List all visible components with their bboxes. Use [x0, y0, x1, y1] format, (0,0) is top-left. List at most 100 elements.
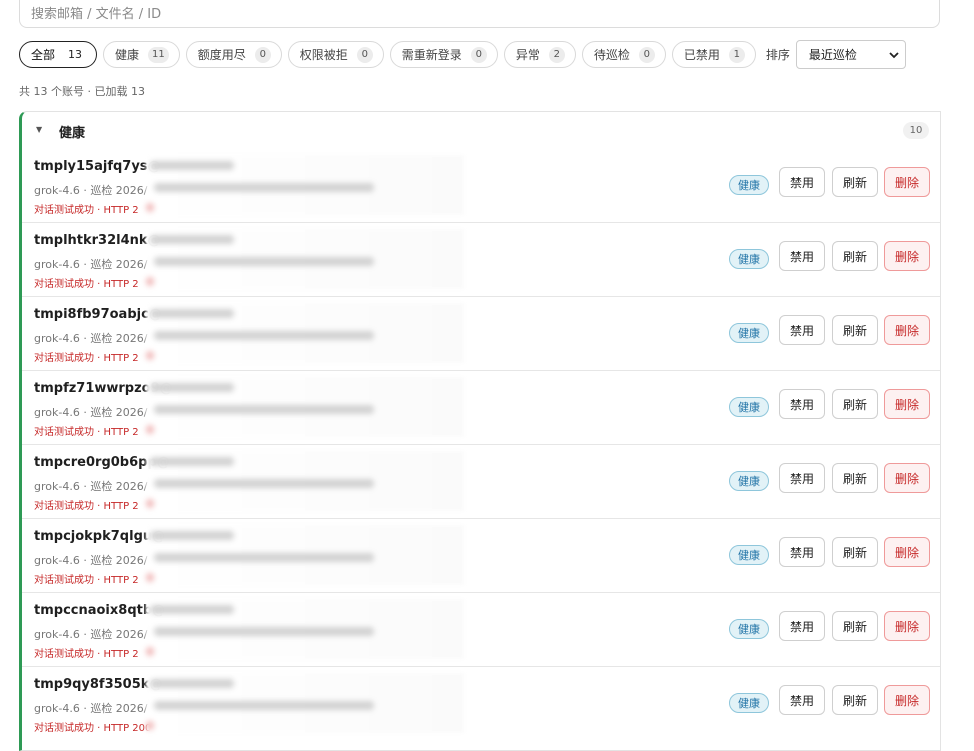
- status-badge: 健康: [729, 249, 769, 269]
- status-badge: 健康: [729, 175, 769, 195]
- filter-count: 0: [356, 46, 373, 63]
- filter-count: 2: [548, 46, 565, 63]
- filter-pending-check[interactable]: 待巡检 0: [581, 41, 666, 68]
- account-email: tmp9qy8f3505k@: [34, 677, 163, 692]
- filter-label: 需重新登录: [401, 48, 462, 62]
- redaction-blur: [146, 451, 464, 511]
- refresh-button[interactable]: 刷新: [832, 537, 878, 567]
- search-input[interactable]: 搜索邮箱 / 文件名 / ID: [19, 0, 940, 28]
- group-healthy: ▼ 健康 10 tmply15ajfq7ys@ grok-4.6 · 巡检 20…: [19, 111, 941, 751]
- account-row: tmpcre0rg0b6pp@ grok-4.6 · 巡检 2026/ 对话测试…: [22, 444, 940, 518]
- delete-button[interactable]: 删除: [884, 611, 930, 641]
- account-test-result: 对话测试成功 · HTTP 2: [34, 575, 139, 586]
- status-badge: 健康: [729, 619, 769, 639]
- account-list: tmply15ajfq7ys@ grok-4.6 · 巡检 2026/ 对话测试…: [22, 149, 940, 740]
- disable-button[interactable]: 禁用: [779, 389, 825, 419]
- filter-count: 0: [638, 46, 655, 63]
- filter-count: 11: [148, 46, 169, 63]
- account-row: tmp9qy8f3505k@ grok-4.6 · 巡检 2026/ 对话测试成…: [22, 666, 940, 740]
- account-email: tmplhtkr32l4nk@: [34, 233, 161, 248]
- filter-bar: 全部 13 健康 11 额度用尽 0 权限被拒 0 需重新登录 0 异常 2 待…: [19, 40, 906, 69]
- account-meta: grok-4.6 · 巡检 2026/: [34, 184, 148, 197]
- account-row: tmpfz71wwrpzo9@ grok-4.6 · 巡检 2026/ 对话测试…: [22, 370, 940, 444]
- account-summary: 共 13 个账号 · 已加载 13: [19, 85, 145, 98]
- filter-count: 1: [728, 46, 745, 63]
- sort-label: 排序: [765, 48, 790, 62]
- redaction-blur: [146, 599, 464, 659]
- filter-count: 0: [254, 46, 271, 63]
- refresh-button[interactable]: 刷新: [832, 389, 878, 419]
- redaction-blur: [146, 377, 464, 437]
- filter-label: 全部: [31, 48, 56, 62]
- account-row: tmpi8fb97oabjc@ grok-4.6 · 巡检 2026/ 对话测试…: [22, 296, 940, 370]
- disable-button[interactable]: 禁用: [779, 315, 825, 345]
- disable-button[interactable]: 禁用: [779, 463, 825, 493]
- account-test-result: 对话测试成功 · HTTP 2: [34, 279, 139, 290]
- chevron-down-icon: [889, 48, 899, 62]
- account-meta: grok-4.6 · 巡检 2026/: [34, 480, 148, 493]
- account-row: tmpccnaoix8qtb@ grok-4.6 · 巡检 2026/ 对话测试…: [22, 592, 940, 666]
- group-header[interactable]: ▼ 健康 10: [22, 112, 940, 150]
- redaction-blur: [146, 229, 464, 289]
- filter-count: 13: [68, 48, 83, 61]
- account-test-result: 对话测试成功 · HTTP 2: [34, 427, 139, 438]
- account-row: tmply15ajfq7ys@ grok-4.6 · 巡检 2026/ 对话测试…: [22, 149, 940, 222]
- delete-button[interactable]: 删除: [884, 389, 930, 419]
- delete-button[interactable]: 删除: [884, 241, 930, 271]
- redaction-blur: [146, 673, 464, 733]
- refresh-button[interactable]: 刷新: [832, 241, 878, 271]
- status-badge: 健康: [729, 545, 769, 565]
- filter-quota-exhausted[interactable]: 额度用尽 0: [185, 41, 282, 68]
- disable-button[interactable]: 禁用: [779, 167, 825, 197]
- filter-label: 已禁用: [683, 48, 720, 62]
- disable-button[interactable]: 禁用: [779, 611, 825, 641]
- status-badge: 健康: [729, 397, 769, 417]
- sort-selected-value: 最近巡检: [808, 48, 857, 62]
- account-meta: grok-4.6 · 巡检 2026/: [34, 406, 148, 419]
- account-meta: grok-4.6 · 巡检 2026/: [34, 554, 148, 567]
- delete-button[interactable]: 删除: [884, 463, 930, 493]
- filter-disabled[interactable]: 已禁用 1: [671, 41, 756, 68]
- account-meta: grok-4.6 · 巡检 2026/: [34, 628, 148, 641]
- account-test-result: 对话测试成功 · HTTP 2: [34, 205, 139, 216]
- filter-all[interactable]: 全部 13: [19, 41, 98, 68]
- group-title: 健康: [59, 126, 86, 141]
- refresh-button[interactable]: 刷新: [832, 167, 878, 197]
- group-count-badge: 10: [903, 122, 929, 139]
- delete-button[interactable]: 删除: [884, 315, 930, 345]
- account-test-result: 对话测试成功 · HTTP 2: [34, 649, 139, 660]
- disable-button[interactable]: 禁用: [779, 685, 825, 715]
- search-placeholder: 搜索邮箱 / 文件名 / ID: [31, 7, 162, 22]
- account-test-result: 对话测试成功 · HTTP 2: [34, 501, 139, 512]
- account-row: tmpcjokpk7qlgu@ grok-4.6 · 巡检 2026/ 对话测试…: [22, 518, 940, 592]
- delete-button[interactable]: 删除: [884, 685, 930, 715]
- refresh-button[interactable]: 刷新: [832, 611, 878, 641]
- account-test-result: 对话测试成功 · HTTP 2: [34, 353, 139, 364]
- disable-button[interactable]: 禁用: [779, 537, 825, 567]
- redaction-blur: [146, 155, 464, 215]
- filter-label: 待巡检: [593, 48, 630, 62]
- status-badge: 健康: [729, 471, 769, 491]
- filter-label: 健康: [115, 48, 140, 62]
- status-badge: 健康: [729, 323, 769, 343]
- delete-button[interactable]: 删除: [884, 537, 930, 567]
- filter-label: 额度用尽: [197, 48, 246, 62]
- account-meta: grok-4.6 · 巡检 2026/: [34, 702, 148, 715]
- filter-permission-denied[interactable]: 权限被拒 0: [287, 41, 384, 68]
- disable-button[interactable]: 禁用: [779, 241, 825, 271]
- account-email: tmpi8fb97oabjc@: [34, 307, 162, 322]
- sort-select[interactable]: 最近巡检: [795, 40, 906, 69]
- account-meta: grok-4.6 · 巡检 2026/: [34, 332, 148, 345]
- account-meta: grok-4.6 · 巡检 2026/: [34, 258, 148, 271]
- delete-button[interactable]: 删除: [884, 167, 930, 197]
- refresh-button[interactable]: 刷新: [832, 463, 878, 493]
- filter-label: 异常: [515, 48, 540, 62]
- filter-label: 权限被拒: [299, 48, 348, 62]
- refresh-button[interactable]: 刷新: [832, 315, 878, 345]
- filter-error[interactable]: 异常 2: [503, 41, 576, 68]
- status-badge: 健康: [729, 693, 769, 713]
- refresh-button[interactable]: 刷新: [832, 685, 878, 715]
- filter-healthy[interactable]: 健康 11: [103, 41, 180, 68]
- filter-relogin-required[interactable]: 需重新登录 0: [389, 41, 498, 68]
- caret-down-icon[interactable]: ▼: [36, 125, 42, 134]
